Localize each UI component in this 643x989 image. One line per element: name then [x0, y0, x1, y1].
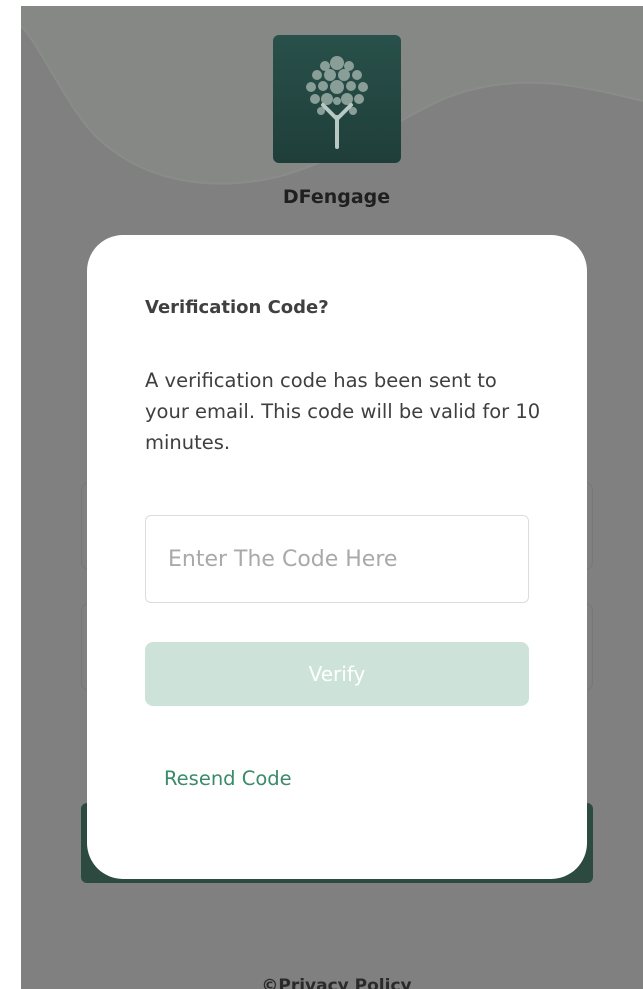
- app-logo: [273, 35, 401, 163]
- tree-icon: [306, 56, 368, 149]
- modal-title: Verification Code?: [145, 297, 329, 318]
- verification-code-input[interactable]: [145, 515, 529, 603]
- privacy-policy-link[interactable]: ©Privacy Policy: [21, 976, 643, 989]
- brand-name: DFengage: [282, 186, 391, 208]
- left-edge-strip: [0, 0, 21, 989]
- app-screen: DFengage ©Privacy Policy Verification Co…: [21, 6, 643, 989]
- modal-description: A verification code has been sent to you…: [145, 369, 541, 454]
- verification-modal: Verification Code? A verification code h…: [87, 235, 587, 879]
- resend-code-link[interactable]: Resend Code: [164, 767, 292, 790]
- verify-button[interactable]: Verify: [145, 642, 529, 706]
